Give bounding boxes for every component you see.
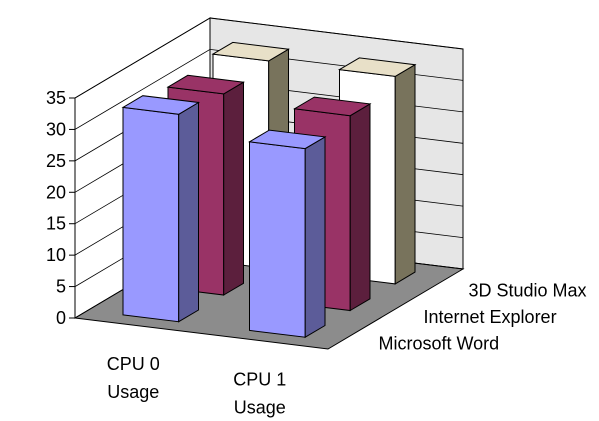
bar-front	[122, 106, 180, 323]
y-tick-label: 30	[46, 119, 66, 139]
category-label: Usage	[107, 382, 159, 402]
category-label: CPU 1	[233, 369, 286, 389]
y-tick-label: 25	[46, 151, 66, 171]
category-label: Usage	[234, 397, 286, 417]
bar-side	[304, 136, 326, 339]
series-label: Microsoft Word	[379, 334, 500, 354]
y-tick-label: 0	[56, 308, 66, 328]
bar-chart-3d: 0 5 10 15 20 25 30 35 CPU 0 Usage CPU 1 Usage Micros…	[46, 17, 587, 417]
series-label: 3D Studio Max	[469, 280, 587, 300]
y-tick-label: 10	[46, 245, 66, 265]
y-tick-label: 35	[46, 88, 66, 108]
y-tick-label: 20	[46, 182, 66, 202]
bar-side	[223, 81, 244, 296]
bar-side	[394, 63, 416, 285]
y-tick-label: 5	[56, 277, 66, 297]
bar-side	[349, 103, 371, 312]
bar-side	[178, 101, 199, 323]
category-label: CPU 0	[107, 354, 160, 374]
series-label: Internet Explorer	[424, 307, 557, 327]
bar-front	[249, 141, 306, 338]
y-tick-label: 15	[46, 214, 66, 234]
